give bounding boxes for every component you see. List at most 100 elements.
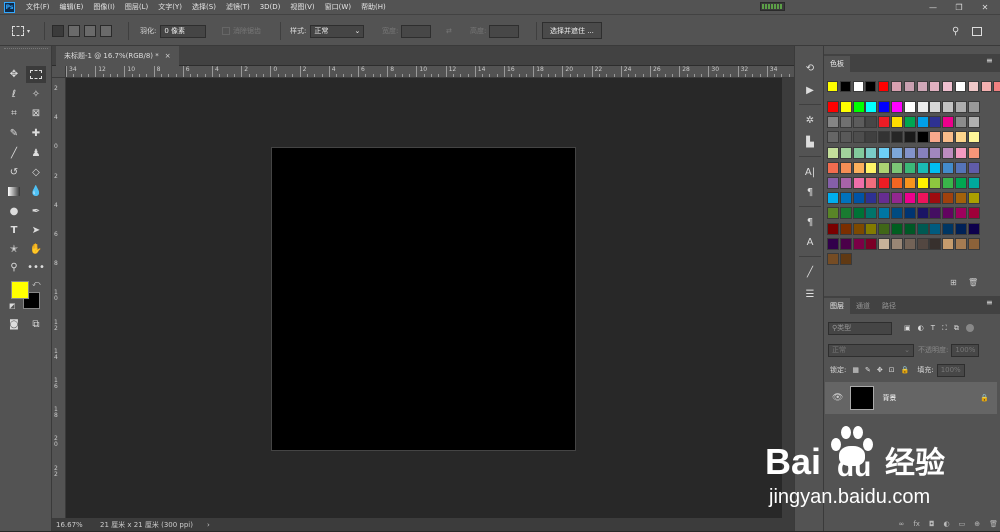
type-tool-icon[interactable]: T: [4, 222, 24, 239]
color-swatch[interactable]: [967, 222, 980, 235]
gradient-tool-icon[interactable]: [4, 183, 24, 200]
color-swatch[interactable]: [955, 237, 967, 250]
color-swatch[interactable]: [916, 237, 929, 250]
color-swatch[interactable]: [865, 192, 878, 205]
menu-help[interactable]: 帮助(H): [356, 2, 391, 12]
color-swatch[interactable]: [903, 131, 916, 144]
history-icon[interactable]: ⟲: [802, 60, 818, 76]
color-swatch[interactable]: [967, 237, 980, 250]
color-swatch[interactable]: [929, 177, 942, 189]
color-swatch[interactable]: [827, 116, 839, 129]
blur-tool-icon[interactable]: 💧: [26, 183, 46, 200]
color-swatch[interactable]: [955, 101, 967, 113]
menu-3d[interactable]: 3D(D): [255, 3, 286, 11]
new-layer-icon[interactable]: ⊕: [974, 520, 980, 528]
color-swatch[interactable]: [942, 207, 955, 220]
move-tool-icon[interactable]: ✥: [4, 66, 24, 83]
menu-window[interactable]: 窗口(W): [320, 2, 356, 12]
color-swatch[interactable]: [827, 131, 839, 144]
color-swatch[interactable]: [878, 222, 891, 235]
paragraph-styles-icon[interactable]: ¶: [802, 214, 818, 230]
paragraph-icon[interactable]: ¶: [802, 184, 818, 200]
lock-transparent-icon[interactable]: ▦: [852, 366, 859, 374]
feather-input[interactable]: 0 像素: [160, 24, 207, 38]
search-icon[interactable]: ⚲: [952, 24, 959, 38]
filter-smart-icon[interactable]: ⧉: [954, 324, 959, 333]
recent-swatch[interactable]: [955, 81, 966, 92]
color-swatch[interactable]: [903, 207, 916, 220]
panel-menu-icon[interactable]: ≡: [986, 56, 993, 65]
color-swatch[interactable]: [891, 131, 903, 144]
custom-shape-tool-icon[interactable]: ✭: [4, 241, 24, 258]
color-swatch[interactable]: [827, 192, 839, 205]
layer-row[interactable]: 👁 背景 🔒: [825, 382, 997, 414]
color-swatch[interactable]: [891, 146, 903, 159]
color-swatch[interactable]: [865, 131, 878, 144]
color-swatch[interactable]: [942, 146, 955, 159]
adjustments-icon[interactable]: ✲: [802, 112, 818, 128]
lock-artboard-icon[interactable]: ⊡: [889, 366, 895, 374]
swap-dimensions-icon[interactable]: ⇄: [446, 24, 452, 38]
hand-tool-icon[interactable]: ✋: [26, 241, 46, 258]
color-swatch[interactable]: [967, 146, 980, 159]
color-swatch[interactable]: [865, 177, 878, 189]
color-swatch[interactable]: [891, 237, 903, 250]
color-swatch[interactable]: [878, 237, 891, 250]
menu-layer[interactable]: 图层(L): [120, 2, 153, 12]
select-and-mask-button[interactable]: 选择并遮住 ...: [542, 22, 602, 39]
recent-swatch[interactable]: [980, 81, 992, 92]
status-menu-arrow[interactable]: ›: [207, 521, 210, 529]
color-swatch[interactable]: [891, 101, 903, 113]
color-swatch[interactable]: [916, 192, 929, 205]
color-swatch[interactable]: [865, 116, 878, 129]
adjustment-layer-icon[interactable]: ◐: [944, 520, 950, 528]
color-swatch[interactable]: [878, 207, 891, 220]
height-input[interactable]: [489, 24, 520, 38]
color-swatch[interactable]: [916, 101, 929, 113]
swap-colors-icon[interactable]: ⤺: [32, 279, 41, 289]
antialias-checkbox[interactable]: [222, 27, 230, 35]
pen-tool-icon[interactable]: ✒: [26, 203, 46, 220]
new-selection-icon[interactable]: [52, 25, 64, 37]
more-tools-icon[interactable]: •••: [26, 259, 46, 276]
color-swatch[interactable]: [827, 146, 839, 159]
menu-file[interactable]: 文件(F): [21, 2, 55, 12]
histogram-icon[interactable]: ▙: [802, 134, 818, 150]
color-swatch[interactable]: [967, 207, 980, 220]
color-swatch[interactable]: [903, 237, 916, 250]
color-swatch[interactable]: [929, 192, 942, 205]
color-swatch[interactable]: [967, 131, 980, 144]
foreground-color-swatch[interactable]: [11, 281, 29, 299]
color-swatch[interactable]: [852, 161, 865, 174]
vertical-scrollbar[interactable]: [782, 78, 794, 518]
zoom-level[interactable]: 16.67%: [56, 521, 94, 529]
path-selection-tool-icon[interactable]: ➤: [26, 222, 46, 239]
color-swatch[interactable]: [827, 161, 839, 174]
color-swatch[interactable]: [916, 131, 929, 144]
color-swatch[interactable]: [916, 161, 929, 174]
color-swatch[interactable]: [852, 131, 865, 144]
color-swatch[interactable]: [955, 131, 967, 144]
color-swatch[interactable]: [942, 192, 955, 205]
recent-swatch[interactable]: [865, 81, 877, 92]
recent-swatch[interactable]: [827, 81, 838, 92]
color-swatch[interactable]: [955, 207, 967, 220]
color-swatch[interactable]: [929, 146, 942, 159]
color-swatch[interactable]: [891, 192, 903, 205]
color-swatch[interactable]: [916, 207, 929, 220]
new-swatch-icon[interactable]: ⊞: [950, 278, 957, 287]
workspace-icon[interactable]: [972, 24, 982, 38]
color-swatch[interactable]: [903, 116, 916, 129]
color-swatch[interactable]: [839, 237, 852, 250]
color-swatch[interactable]: [955, 192, 967, 205]
color-swatch[interactable]: [967, 161, 980, 174]
color-swatch[interactable]: [903, 222, 916, 235]
menu-image[interactable]: 图像(I): [88, 2, 120, 12]
color-swatch[interactable]: [852, 146, 865, 159]
visibility-eye-icon[interactable]: 👁: [832, 393, 843, 403]
color-swatch[interactable]: [865, 222, 878, 235]
color-swatch[interactable]: [929, 116, 942, 129]
lock-all-icon[interactable]: 🔒: [901, 366, 910, 374]
color-swatch[interactable]: [955, 146, 967, 159]
menu-select[interactable]: 选择(S): [187, 2, 221, 12]
